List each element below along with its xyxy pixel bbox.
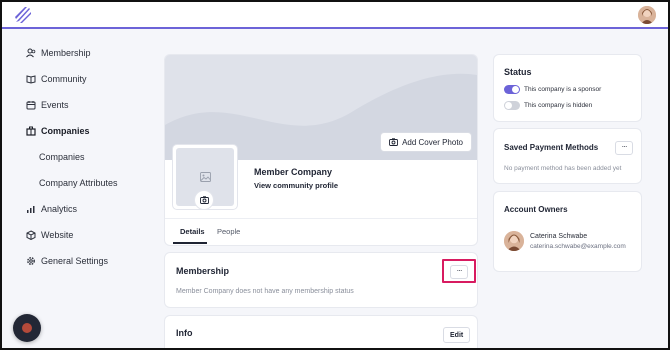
sidebar-item-label: Companies	[39, 152, 85, 162]
sidebar-item-label: Analytics	[41, 204, 78, 214]
sidebar-item-label: Companies	[41, 126, 90, 136]
membership-card: Membership ··· Member Company does not h…	[165, 253, 477, 307]
payment-methods-title: Saved Payment Methods	[504, 143, 599, 152]
sidebar-item-label: Website	[41, 230, 74, 240]
membership-title: Membership	[176, 266, 230, 276]
info-card: Info Edit	[165, 316, 477, 348]
cube-icon	[26, 230, 36, 240]
calendar-icon	[26, 100, 36, 110]
toggle-knob	[505, 102, 512, 109]
tab-details[interactable]: Details	[180, 227, 205, 236]
user-avatar[interactable]	[638, 6, 656, 24]
sidebar-subitem-companies[interactable]: Companies	[39, 150, 85, 164]
hidden-toggle[interactable]	[504, 101, 520, 110]
highlight-box	[442, 259, 476, 283]
sidebar-item-label: Community	[41, 74, 87, 84]
view-community-profile-link[interactable]: View community profile	[254, 181, 338, 190]
hidden-toggle-label: This company is hidden	[524, 102, 593, 109]
add-cover-photo-label: Add Cover Photo	[402, 137, 463, 147]
info-edit-button[interactable]: Edit	[443, 327, 471, 343]
owner-name[interactable]: Caterina Schwabe	[530, 233, 587, 240]
sidebar-item-website[interactable]: Website	[26, 228, 73, 242]
sidebar-item-label: Company Attributes	[39, 178, 118, 188]
sidebar-item-companies[interactable]: Companies	[26, 124, 90, 138]
help-chat-button[interactable]	[13, 314, 41, 342]
payment-menu-button[interactable]: ···	[615, 141, 633, 155]
owner-avatar[interactable]	[504, 231, 524, 251]
payment-methods-card: Saved Payment Methods ··· No payment met…	[494, 129, 641, 183]
status-card: Status This company is a sponsor This co…	[494, 55, 641, 121]
upload-logo-button[interactable]	[195, 191, 213, 209]
owner-email: caterina.schwabe@example.com	[530, 243, 626, 250]
payment-empty-text: No payment method has been added yet	[504, 165, 622, 172]
sidebar-item-community[interactable]: Community	[26, 72, 87, 86]
company-name: Member Company	[254, 167, 333, 177]
add-cover-photo-button[interactable]: Add Cover Photo	[380, 132, 472, 152]
camera-icon	[199, 196, 209, 204]
sidebar-item-analytics[interactable]: Analytics	[26, 202, 77, 216]
status-title: Status	[504, 67, 532, 77]
active-tab-indicator	[173, 242, 207, 244]
company-logo-box	[173, 145, 237, 209]
sidebar-item-label: Events	[41, 100, 69, 110]
image-placeholder-icon	[200, 172, 211, 182]
sidebar-item-label: Membership	[41, 48, 91, 58]
camera-icon	[389, 138, 399, 146]
membership-status-text: Member Company does not have any members…	[176, 288, 354, 295]
account-owners-card: Account Owners Caterina Schwabe caterina…	[494, 192, 641, 271]
sponsor-toggle-label: This company is a sponsor	[524, 86, 602, 93]
info-title: Info	[176, 328, 193, 338]
account-owners-title: Account Owners	[504, 205, 568, 214]
chat-icon	[22, 323, 32, 333]
owner-avatar-image	[504, 231, 524, 251]
app-logo-icon[interactable]	[13, 6, 33, 24]
sidebar-item-events[interactable]: Events	[26, 98, 69, 112]
users-icon	[26, 48, 36, 58]
sidebar-item-label: General Settings	[41, 256, 109, 266]
gear-icon	[26, 256, 36, 266]
edit-label: Edit	[450, 331, 464, 339]
book-icon	[26, 74, 36, 84]
profile-tabs: Details People	[165, 218, 477, 244]
bar-chart-icon	[26, 204, 36, 214]
toggle-knob	[512, 86, 519, 93]
sponsor-toggle[interactable]	[504, 85, 520, 94]
tab-people[interactable]: People	[217, 227, 240, 236]
top-bar	[2, 2, 668, 29]
user-avatar-image	[638, 6, 656, 24]
company-profile-card: Add Cover Photo Member Company View comm…	[165, 55, 477, 245]
sidebar-subitem-company-attributes[interactable]: Company Attributes	[39, 176, 118, 190]
building-icon	[26, 126, 36, 136]
sidebar-item-membership[interactable]: Membership	[26, 46, 91, 60]
app-frame: Membership Community Events Companies Co…	[0, 0, 670, 350]
sidebar-item-general-settings[interactable]: General Settings	[26, 254, 108, 268]
sidebar: Membership Community Events Companies Co…	[2, 31, 142, 348]
